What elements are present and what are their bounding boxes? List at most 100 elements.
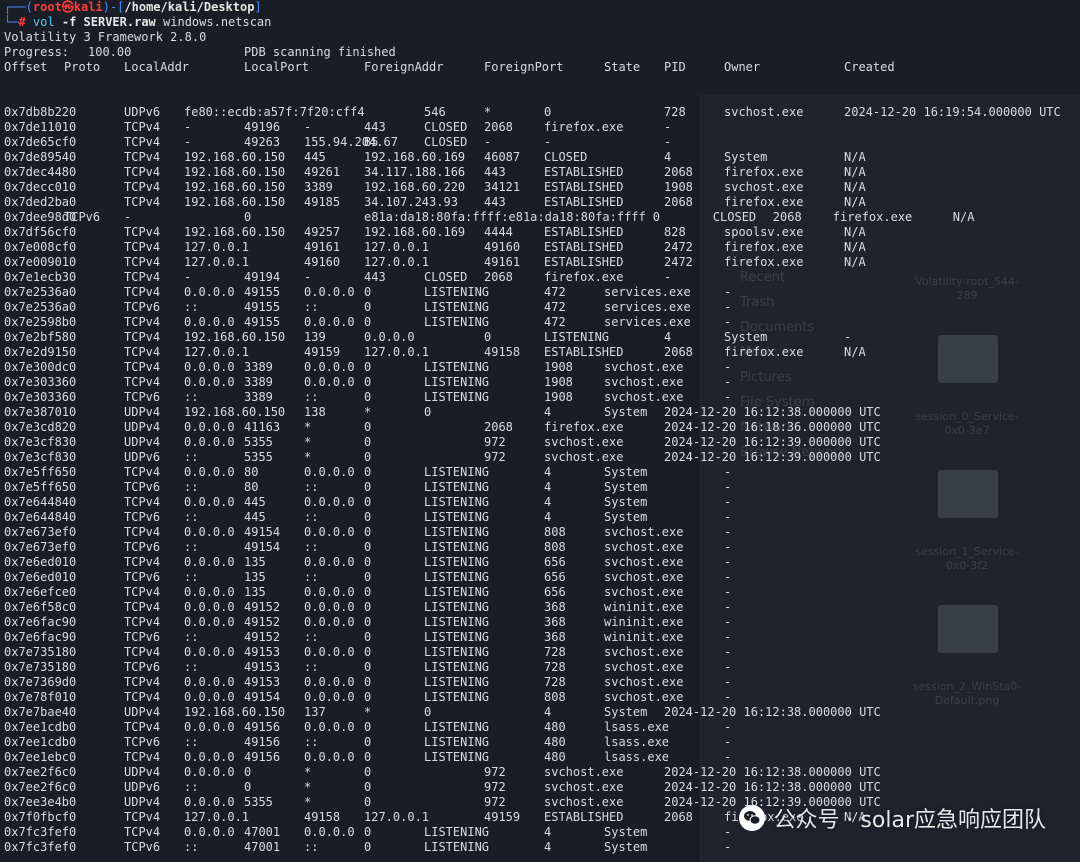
cell-created: - [724,315,732,329]
cell-proto: TCPv4 [124,675,161,689]
cell-local-addr: - [184,135,192,149]
cell-offset: 0x7e3cf830 [4,435,77,449]
cell-created: 2024-12-20 16:12:38.000000 UTC [664,705,881,719]
cell-pid: 368 [544,615,566,629]
cell-foreign-port: 0 [364,795,372,809]
cell-state: CLOSED [424,135,468,149]
cell-created: N/A [844,195,866,209]
cell-offset: 0x7db8b220 [4,105,77,119]
cell-state: LISTENING [424,360,490,374]
cell-pid: 972 [484,795,506,809]
cell-created: 2024-12-20 16:12:38.000000 UTC [664,405,881,419]
cell-proto: TCPv4 [124,615,161,629]
command-flag: -f [61,15,77,29]
cell-offset: 0x7e6fac90 [4,615,77,629]
table-row: 0x7e6fac90 TCPv4 0.0.0.0 49152 0.0.0.0 0 LISTE… [4,615,1076,630]
cell-offset: 0x7de89540 [4,150,77,164]
cell-created: - [724,465,732,479]
cell-foreign-port: 0 [364,660,372,674]
cell-proto: TCPv6 [124,300,161,314]
table-row: 0x7e3cf830 UDPv4 0.0.0.0 5355 * 0 972 svchost.e… [4,435,1076,450]
table-row: 0x7e3cf830 UDPv6:: 5355 * 0 972 svchost.exe 202… [4,450,1076,465]
cell-pid: 480 [544,735,566,749]
cell-foreign-addr: e81a:da18:80fa:ffff:e81a:da18:80fa:ffff [364,210,646,224]
cell-foreign-port: 0 [364,510,372,524]
cell-proto: TCPv6 [64,210,101,224]
table-row: 0x7e008cf0 TCPv4 127.0.0.1 49161 127.0.0.1 49… [4,240,1076,255]
cell-foreign-port: 46087 [484,150,521,164]
cell-local-port: 49152 [244,600,281,614]
command-line[interactable]: └─# vol -f SERVER.raw windows.netscan [4,15,1076,30]
cell-state: LISTENING [424,300,490,314]
cell-proto: TCPv4 [124,225,161,239]
cell-offset: 0x7e673ef0 [4,540,77,554]
table-row: 0x7de65cf0 TCPv4 - 49263 155.94.204.67 85 CLOS… [4,135,1076,150]
cell-foreign-addr: * [304,450,312,464]
cell-proto: TCPv4 [124,825,161,839]
cell-pid: 472 [544,300,566,314]
cell-offset: 0x7e7369d0 [4,675,77,689]
cell-offset: 0x7de65cf0 [4,135,77,149]
cell-foreign-addr: 0.0.0.0 [304,615,355,629]
cell-created: - [724,525,732,539]
table-row: 0x7e6f58c0 TCPv4 0.0.0.0 49152 0.0.0.0 0 LISTE… [4,600,1076,615]
cell-pid: 4 [544,510,552,524]
table-row: 0x7ee1cdb0 TCPv4 0.0.0.0 49156 0.0.0.0 0 LISTE… [4,720,1076,735]
cell-local-port: 49155 [244,285,281,299]
cell-local-addr: - [184,270,192,284]
cell-offset: 0x7e3cf830 [4,450,77,464]
cell-state: ESTABLISHED [544,240,624,254]
cell-local-port: 3389 [304,180,333,194]
cell-state: CLOSED [424,120,468,134]
cell-local-port: 49154 [244,540,281,554]
cell-owner: firefox.exe [724,165,804,179]
cell-pid: 972 [484,780,506,794]
cell-offset: 0x7ee3e4b0 [4,795,77,809]
terminal-window[interactable]: ┌──(root㉿kali)-[/home/kali/Desktop] └─# … [0,0,1080,862]
cell-offset: 0x7e6efce0 [4,585,77,599]
cell-proto: TCPv4 [124,810,161,824]
cell-state: LISTENING [424,510,490,524]
cell-owner: firefox.exe [724,345,804,359]
cell-local-addr: :: [184,390,199,404]
cell-offset: 0x7e6ed010 [4,555,77,569]
cell-state: CLOSED [712,210,757,224]
cell-local-port: 49153 [244,675,281,689]
cell-owner: System [604,480,648,494]
cell-local-port: 49159 [304,345,341,359]
cell-created: - [724,660,732,674]
cell-created: - [664,120,672,134]
cell-proto: TCPv4 [124,195,161,209]
cell-pid: 4 [544,405,552,419]
cell-owner: svchost.exe [604,690,684,704]
cell-state: LISTENING [424,690,490,704]
header-owner: Owner [724,60,761,74]
cell-owner: lsass.exe [604,735,670,749]
table-row: 0x7de89540 TCPv4 192.168.60.150 445 192.168.… [4,150,1076,165]
cell-foreign-port: 0 [364,420,372,434]
cell-foreign-port: 0 [364,540,372,554]
cell-pid: 4 [544,840,552,854]
cell-foreign-addr: * [364,405,372,419]
cell-foreign-addr: 0.0.0.0 [304,315,355,329]
cell-local-addr: 0.0.0.0 [184,525,235,539]
cell-state: ESTABLISHED [544,195,624,209]
cell-state: LISTENING [424,495,490,509]
cell-proto: TCPv4 [124,255,161,269]
cell-foreign-addr: :: [304,540,319,554]
command-name: vol [32,15,55,29]
cell-proto: TCPv4 [124,690,161,704]
cell-proto: TCPv4 [124,330,161,344]
cell-foreign-port: 0 [364,645,372,659]
header-created: Created [844,60,895,74]
cell-local-addr: :: [184,630,199,644]
cell-state: LISTENING [424,375,490,389]
prompt-close: ] [254,0,262,14]
cell-pid: 2472 [664,240,693,254]
cell-state: LISTENING [424,750,490,764]
cell-created: - [724,360,732,374]
cell-offset: 0x7e2536a0 [4,300,77,314]
cell-created: - [724,375,732,389]
cell-proto: TCPv4 [124,750,161,764]
